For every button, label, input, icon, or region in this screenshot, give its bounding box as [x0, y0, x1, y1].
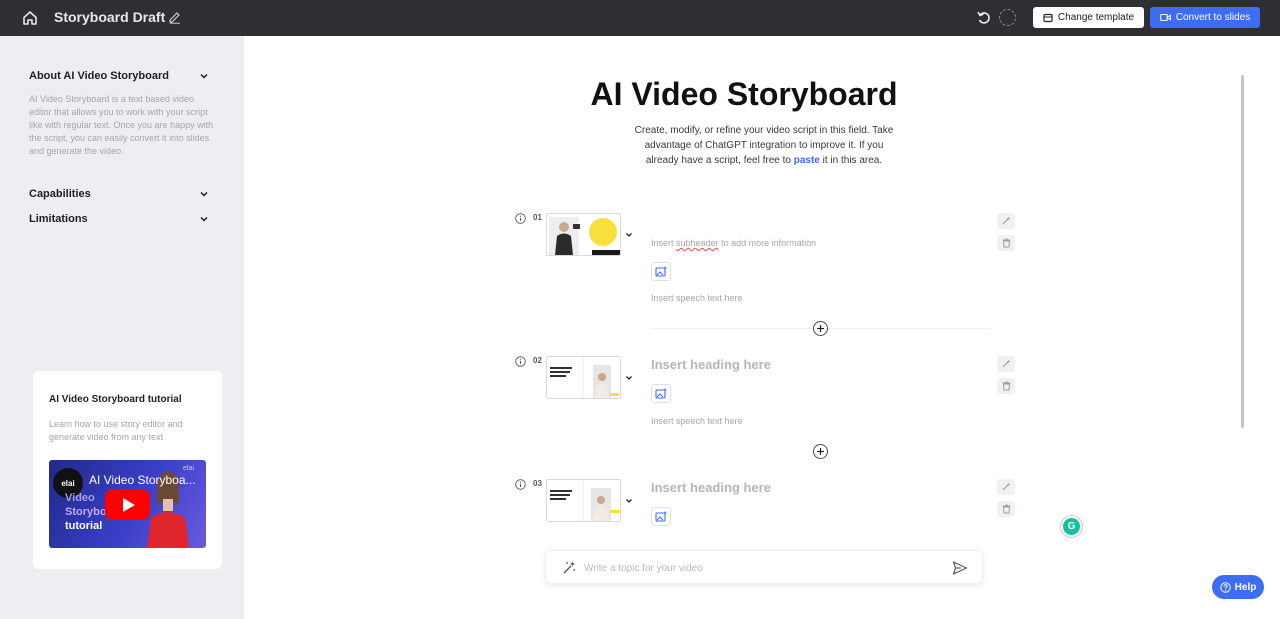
page-description: Create, modify, or refine your video scr… [628, 123, 900, 168]
subheader-text: to add more information [718, 238, 817, 248]
info-icon[interactable] [515, 479, 526, 490]
delete-slide-button[interactable] [997, 235, 1015, 251]
sidebar: About AI Video Storyboard AI Video Story… [0, 36, 244, 619]
slide-number: 02 [533, 356, 542, 365]
grammarly-button[interactable]: G [1061, 516, 1082, 537]
scrollbar[interactable] [1241, 75, 1244, 428]
chevron-down-icon[interactable] [198, 70, 210, 82]
video-camera-icon [1159, 13, 1171, 22]
magic-wand-icon [563, 561, 575, 574]
trash-icon [1002, 238, 1010, 248]
slide-preview [547, 357, 620, 398]
slide-number: 01 [533, 213, 542, 222]
chevron-down-icon[interactable] [198, 213, 210, 225]
page-title: AI Video Storyboard [590, 76, 898, 112]
about-description: AI Video Storyboard is a text based vide… [29, 94, 214, 156]
topic-input[interactable] [584, 559, 934, 577]
home-icon[interactable] [20, 8, 40, 28]
overlay-line: Video [65, 492, 95, 504]
send-icon[interactable] [952, 560, 968, 576]
tutorial-description: Learn how to use story editor and genera… [49, 419, 183, 442]
trash-icon [1002, 504, 1010, 514]
image-plus-icon [655, 266, 667, 277]
accordion-about[interactable]: About AI Video Storyboard [29, 70, 169, 82]
slide-number: 03 [533, 479, 542, 488]
heading-placeholder[interactable]: Insert heading here [651, 357, 771, 372]
add-slide-button[interactable] [813, 321, 828, 336]
delete-slide-button[interactable] [997, 378, 1015, 394]
image-plus-icon [655, 388, 667, 399]
heading-placeholder[interactable]: Insert heading here [651, 480, 771, 495]
elai-watermark: elai [183, 465, 194, 472]
grammarly-letter: G [1067, 521, 1076, 532]
subheader-text: Insert [651, 238, 677, 248]
subheader-text: subheader [676, 238, 719, 248]
subheader-placeholder[interactable]: Insert subheader to add more information [651, 238, 816, 248]
slide-preview [547, 480, 620, 521]
overlay-line: tutorial [65, 520, 103, 532]
chevron-down-icon[interactable] [624, 496, 634, 506]
paste-link[interactable]: paste [794, 155, 820, 166]
top-bar: Storyboard Draft Change template Convert… [0, 0, 1280, 36]
youtube-play-icon[interactable] [105, 489, 150, 520]
question-icon [1219, 581, 1231, 593]
plus-icon [817, 325, 824, 332]
magic-wand-button[interactable] [997, 479, 1015, 495]
add-image-button[interactable] [651, 262, 671, 281]
magic-wand-icon [1002, 482, 1011, 491]
convert-to-slides-button[interactable]: Convert to slides [1150, 7, 1260, 28]
slide-thumbnail-02[interactable] [546, 356, 621, 399]
convert-label: Convert to slides [1175, 12, 1251, 23]
image-plus-icon [655, 511, 667, 522]
pencil-icon[interactable] [168, 10, 182, 24]
template-icon [1043, 13, 1053, 22]
magic-wand-button[interactable] [997, 213, 1015, 229]
speech-placeholder[interactable]: Insert speech text here [651, 293, 743, 303]
speech-placeholder[interactable]: Insert speech text here [651, 416, 743, 426]
delete-slide-button[interactable] [997, 501, 1015, 517]
topic-input-bar [545, 550, 983, 584]
magic-wand-icon [1002, 359, 1011, 368]
add-image-button[interactable] [651, 384, 671, 403]
help-button[interactable]: Help [1212, 575, 1264, 599]
plus-icon [817, 448, 824, 455]
trash-icon [1002, 381, 1010, 391]
info-icon[interactable] [515, 213, 526, 224]
description-text: it in this area. [819, 155, 883, 166]
info-icon[interactable] [515, 356, 526, 367]
magic-wand-icon [1002, 216, 1011, 225]
tutorial-video-thumbnail[interactable]: elai AI Video Storyboa... elai Video Sto… [49, 460, 206, 548]
change-template-label: Change template [1057, 12, 1135, 23]
help-label: Help [1234, 581, 1257, 593]
redo-icon[interactable] [999, 9, 1016, 26]
add-slide-button[interactable] [813, 444, 828, 459]
document-title: Storyboard Draft [54, 9, 166, 25]
undo-icon[interactable] [976, 10, 992, 26]
accordion-capabilities[interactable]: Capabilities [29, 188, 91, 200]
magic-wand-button[interactable] [997, 356, 1015, 372]
chevron-down-icon[interactable] [624, 230, 634, 240]
change-template-button[interactable]: Change template [1033, 7, 1144, 28]
slide-thumbnail-01[interactable] [546, 213, 621, 256]
accordion-limitations[interactable]: Limitations [29, 213, 88, 225]
tutorial-card: AI Video Storyboard tutorial Learn how t… [33, 371, 222, 569]
slide-preview [547, 214, 620, 255]
tutorial-title: AI Video Storyboard tutorial [49, 394, 182, 405]
video-title: AI Video Storyboa... [89, 473, 196, 487]
chevron-down-icon[interactable] [198, 188, 210, 200]
slide-thumbnail-03[interactable] [546, 479, 621, 522]
chevron-down-icon[interactable] [624, 373, 634, 383]
add-image-button[interactable] [651, 507, 671, 526]
